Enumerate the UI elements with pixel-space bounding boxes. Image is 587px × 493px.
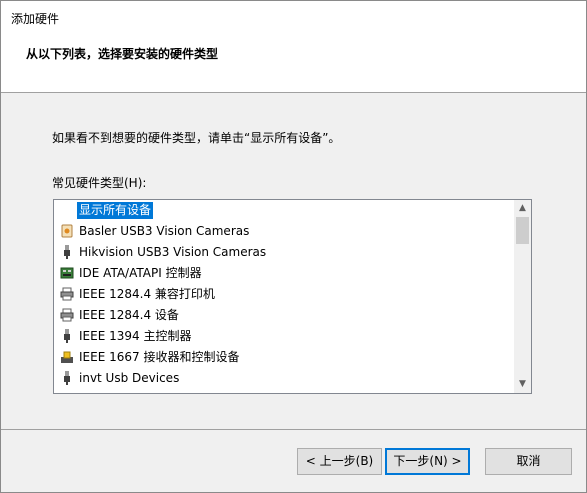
list-scrollbar[interactable]: ▲ ▼ bbox=[514, 200, 531, 393]
back-button[interactable]: < 上一步(B) bbox=[297, 448, 382, 475]
add-hardware-dialog: 添加硬件 从以下列表，选择要安装的硬件类型 如果看不到想要的硬件类型，请单击“显… bbox=[0, 0, 587, 493]
hardware-types-list[interactable]: 显示所有设备 Basler USB3 Vision Cameras Hikvis… bbox=[53, 199, 532, 394]
ide-controller-icon bbox=[60, 266, 74, 280]
list-item-show-all-devices[interactable]: 显示所有设备 bbox=[54, 200, 515, 221]
list-item-ieee1284-printer[interactable]: IEEE 1284.4 兼容打印机 bbox=[54, 284, 515, 305]
list-item-invt-usb[interactable]: invt Usb Devices bbox=[54, 368, 515, 389]
list-item-label: IEEE 1667 接收器和控制设备 bbox=[79, 350, 240, 364]
list-item-label: IEEE 1284.4 兼容打印机 bbox=[79, 287, 215, 301]
window-title: 添加硬件 bbox=[11, 12, 60, 26]
list-item-hikvision[interactable]: Hikvision USB3 Vision Cameras bbox=[54, 242, 515, 263]
list-item-label: invt Usb Devices bbox=[79, 371, 180, 385]
list-item-label: Hikvision USB3 Vision Cameras bbox=[79, 245, 267, 259]
printer-icon bbox=[60, 308, 74, 322]
scroll-up-arrow-icon[interactable]: ▲ bbox=[514, 200, 531, 217]
list-item-label: IEEE 1394 主控制器 bbox=[79, 329, 192, 343]
list-item-label: Basler USB3 Vision Cameras bbox=[79, 224, 250, 238]
list-item-ieee1667-devices[interactable]: IEEE 1667 接收器和控制设备 bbox=[54, 347, 515, 368]
card-reader-icon bbox=[60, 350, 74, 364]
wizard-content: 如果看不到想要的硬件类型，请单击“显示所有设备”。 常见硬件类型(H): 显示所… bbox=[1, 93, 586, 429]
device-icon bbox=[60, 224, 74, 238]
instruction-text: 如果看不到想要的硬件类型，请单击“显示所有设备”。 bbox=[52, 131, 341, 145]
list-item-label: IEEE 1284.4 设备 bbox=[79, 308, 179, 322]
scroll-thumb[interactable] bbox=[516, 217, 529, 244]
usb-icon bbox=[60, 245, 74, 259]
usb-icon bbox=[60, 371, 74, 385]
printer-icon bbox=[60, 287, 74, 301]
wizard-header: 从以下列表，选择要安装的硬件类型 bbox=[1, 31, 586, 92]
usb-icon bbox=[60, 329, 74, 343]
list-item-label: 显示所有设备 bbox=[75, 201, 155, 220]
wizard-footer: < 上一步(B) 下一步(N) > 取消 bbox=[1, 430, 586, 492]
next-button[interactable]: 下一步(N) > bbox=[385, 448, 470, 475]
header-title: 从以下列表，选择要安装的硬件类型 bbox=[26, 47, 219, 61]
list-item-ieee1394-controller[interactable]: IEEE 1394 主控制器 bbox=[54, 326, 515, 347]
list-item-basler[interactable]: Basler USB3 Vision Cameras bbox=[54, 221, 515, 242]
cancel-button[interactable]: 取消 bbox=[485, 448, 572, 475]
list-items: 显示所有设备 Basler USB3 Vision Cameras Hikvis… bbox=[54, 200, 515, 389]
list-item-ieee1284-device[interactable]: IEEE 1284.4 设备 bbox=[54, 305, 515, 326]
list-item-label: IDE ATA/ATAPI 控制器 bbox=[79, 266, 202, 280]
hardware-types-label: 常见硬件类型(H): bbox=[52, 176, 147, 190]
list-item-ide-controller[interactable]: IDE ATA/ATAPI 控制器 bbox=[54, 263, 515, 284]
scroll-down-arrow-icon[interactable]: ▼ bbox=[514, 376, 531, 393]
